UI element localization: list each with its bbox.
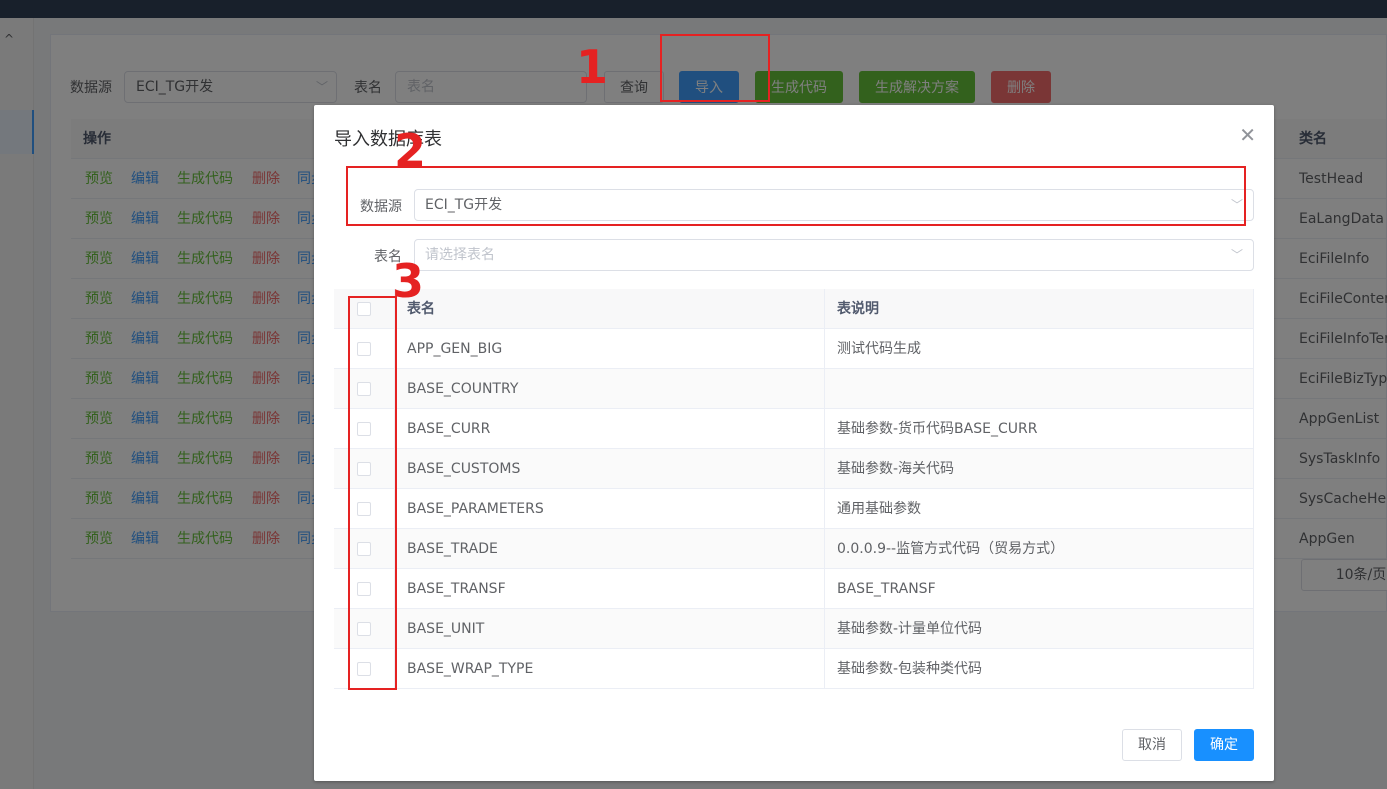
table-name-cell: BASE_TRANSF — [394, 569, 824, 609]
chevron-down-icon: ﹀ — [1230, 198, 1243, 212]
cancel-button[interactable]: 取消 — [1122, 729, 1182, 761]
import-table-dialog: 导入数据库表 ✕ 数据源 ECI_TG开发 ﹀ 表名 请选择表名 ﹀ 表名 表说… — [314, 105, 1274, 781]
table-row[interactable]: BASE_TRANSF BASE_TRANSF — [334, 569, 1254, 609]
table-row[interactable]: BASE_CUSTOMS 基础参数-海关代码 — [334, 449, 1254, 489]
table-desc-cell: 测试代码生成 — [824, 329, 1254, 369]
table-desc-cell: 通用基础参数 — [824, 489, 1254, 529]
table-desc-cell: 基础参数-包装种类代码 — [824, 649, 1254, 689]
table-desc-cell — [824, 369, 1254, 409]
row-checkbox[interactable] — [357, 662, 371, 676]
dialog-tablename-select[interactable]: 请选择表名 ﹀ — [414, 239, 1254, 271]
table-desc-cell: BASE_TRANSF — [824, 569, 1254, 609]
confirm-button[interactable]: 确定 — [1194, 729, 1254, 761]
row-select-cell — [334, 329, 394, 369]
row-checkbox[interactable] — [357, 342, 371, 356]
row-select-cell — [334, 489, 394, 529]
table-name-cell: BASE_CUSTOMS — [394, 449, 824, 489]
table-list-header: 表名 表说明 — [334, 289, 1254, 329]
row-select-cell — [334, 609, 394, 649]
table-row[interactable]: BASE_CURR 基础参数-货币代码BASE_CURR — [334, 409, 1254, 449]
table-list: 表名 表说明 APP_GEN_BIG 测试代码生成 BASE_COUNTRY BASE… — [334, 289, 1254, 689]
select-all-checkbox[interactable] — [357, 302, 371, 316]
table-name-cell: APP_GEN_BIG — [394, 329, 824, 369]
close-icon[interactable]: ✕ — [1239, 123, 1256, 147]
row-select-cell — [334, 569, 394, 609]
table-row[interactable]: BASE_PARAMETERS 通用基础参数 — [334, 489, 1254, 529]
table-name-cell: BASE_WRAP_TYPE — [394, 649, 824, 689]
annotation-number-3: 3 — [392, 254, 425, 308]
table-row[interactable]: BASE_WRAP_TYPE 基础参数-包装种类代码 — [334, 649, 1254, 689]
table-desc-cell: 基础参数-货币代码BASE_CURR — [824, 409, 1254, 449]
col-name-header: 表名 — [394, 289, 824, 329]
dialog-datasource-select[interactable]: ECI_TG开发 ﹀ — [414, 189, 1254, 221]
row-select-cell — [334, 449, 394, 489]
table-name-cell: BASE_PARAMETERS — [394, 489, 824, 529]
row-select-cell — [334, 529, 394, 569]
row-checkbox[interactable] — [357, 462, 371, 476]
annotation-number-1: 1 — [576, 40, 609, 94]
table-row[interactable]: BASE_TRADE 0.0.0.9--监管方式代码（贸易方式） — [334, 529, 1254, 569]
select-all-cell — [334, 289, 394, 329]
row-select-cell — [334, 409, 394, 449]
row-checkbox[interactable] — [357, 622, 371, 636]
table-desc-cell: 基础参数-海关代码 — [824, 449, 1254, 489]
chevron-down-icon: ﹀ — [1230, 248, 1243, 262]
table-row[interactable]: BASE_UNIT 基础参数-计量单位代码 — [334, 609, 1254, 649]
table-name-cell: BASE_COUNTRY — [394, 369, 824, 409]
annotation-number-2: 2 — [394, 124, 427, 178]
row-select-cell — [334, 649, 394, 689]
dialog-tablename-placeholder: 请选择表名 — [425, 247, 495, 263]
col-desc-header: 表说明 — [824, 289, 1254, 329]
table-desc-cell: 基础参数-计量单位代码 — [824, 609, 1254, 649]
row-checkbox[interactable] — [357, 542, 371, 556]
row-checkbox[interactable] — [357, 502, 371, 516]
table-desc-cell: 0.0.0.9--监管方式代码（贸易方式） — [824, 529, 1254, 569]
dialog-datasource-label: 数据源 — [360, 199, 402, 215]
row-select-cell — [334, 369, 394, 409]
table-name-cell: BASE_CURR — [394, 409, 824, 449]
row-checkbox[interactable] — [357, 422, 371, 436]
row-checkbox[interactable] — [357, 382, 371, 396]
table-row[interactable]: APP_GEN_BIG 测试代码生成 — [334, 329, 1254, 369]
table-name-cell: BASE_UNIT — [394, 609, 824, 649]
dialog-datasource-value: ECI_TG开发 — [425, 197, 503, 213]
table-name-cell: BASE_TRADE — [394, 529, 824, 569]
row-checkbox[interactable] — [357, 582, 371, 596]
table-row[interactable]: BASE_COUNTRY — [334, 369, 1254, 409]
